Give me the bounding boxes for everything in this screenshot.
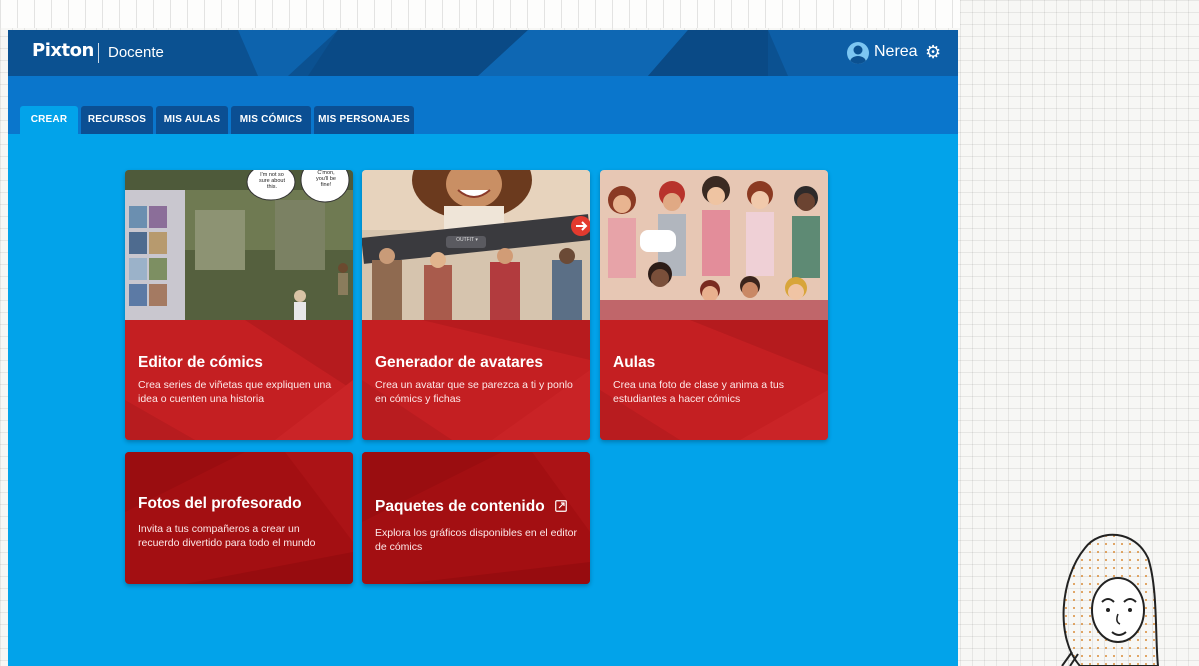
card-classrooms[interactable]: Aulas Crea una foto de clase y anima a t…: [600, 170, 828, 440]
speech-bubble-2: C'mon, you'll be fine!: [315, 170, 336, 188]
top-header: Pixton Docente Nerea ⚙: [8, 30, 958, 76]
card-avatar-generator-body: Generador de avatares Crea un avatar que…: [362, 320, 590, 440]
pixton-app: Pixton Docente Nerea ⚙ CREAR RECURSOS MI…: [8, 30, 958, 666]
card-avatar-generator[interactable]: OUTFIT ▾ Generador de avatares Crea un a…: [362, 170, 590, 440]
card-title: Paquetes de contenido: [375, 498, 567, 516]
comic-editor-illustration: [125, 170, 353, 320]
teacher-doodle: [1061, 533, 1160, 666]
card-title: Generador de avatares: [375, 354, 544, 371]
card-description: Crea series de viñetas que expliquen una…: [138, 379, 332, 405]
tab-crear[interactable]: CREAR: [20, 106, 78, 134]
tabs-bar: CREAR RECURSOS MIS AULAS MIS CÓMICS MIS …: [8, 76, 958, 134]
tab-recursos[interactable]: RECURSOS: [81, 106, 153, 134]
pixton-logo[interactable]: Pixton: [32, 40, 94, 61]
card-title: Fotos del profesorado: [138, 495, 302, 512]
tab-mis-aulas[interactable]: MIS AULAS: [156, 106, 228, 134]
avatar-generator-illustration: [362, 170, 590, 320]
user-name[interactable]: Nerea: [874, 43, 918, 61]
gear-icon[interactable]: ⚙: [925, 40, 941, 64]
logo-divider: [98, 43, 99, 63]
speech-bubble-1: I'm not so sure about this.: [259, 172, 285, 190]
tab-mis-comics[interactable]: MIS CÓMICS: [231, 106, 311, 134]
user-role-label: Docente: [108, 44, 164, 61]
card-description: Crea un avatar que se parezca a ti y pon…: [375, 379, 573, 405]
card-description: Explora los gráficos disponibles en el e…: [375, 527, 577, 553]
card-description: Invita a tus compañeros a crear un recue…: [138, 523, 316, 549]
card-staff-photos[interactable]: Fotos del profesorado Invita a tus compa…: [125, 452, 353, 584]
outfit-button: OUTFIT ▾: [456, 237, 478, 243]
card-content-packs-body: Paquetes de contenido Explora los gráfic…: [362, 452, 590, 584]
card-title: Editor de cómics: [138, 354, 263, 371]
user-avatar-icon[interactable]: [847, 42, 869, 64]
card-comic-editor[interactable]: I'm not so sure about this. C'mon, you'l…: [125, 170, 353, 440]
classroom-illustration: [600, 170, 828, 320]
card-staff-photos-body: Fotos del profesorado Invita a tus compa…: [125, 452, 353, 584]
external-link-icon: [555, 500, 567, 512]
tab-mis-personajes[interactable]: MIS PERSONAJES: [314, 106, 414, 134]
card-comic-editor-body: Editor de cómics Crea series de viñetas …: [125, 320, 353, 440]
top-ruler-strip: [0, 0, 960, 28]
card-content-packs[interactable]: Paquetes de contenido Explora los gráfic…: [362, 452, 590, 584]
card-description: Crea una foto de clase y anima a tus est…: [613, 379, 785, 405]
card-title: Aulas: [613, 354, 656, 371]
card-classrooms-body: Aulas Crea una foto de clase y anima a t…: [600, 320, 828, 440]
card-title-text: Paquetes de contenido: [375, 498, 545, 515]
